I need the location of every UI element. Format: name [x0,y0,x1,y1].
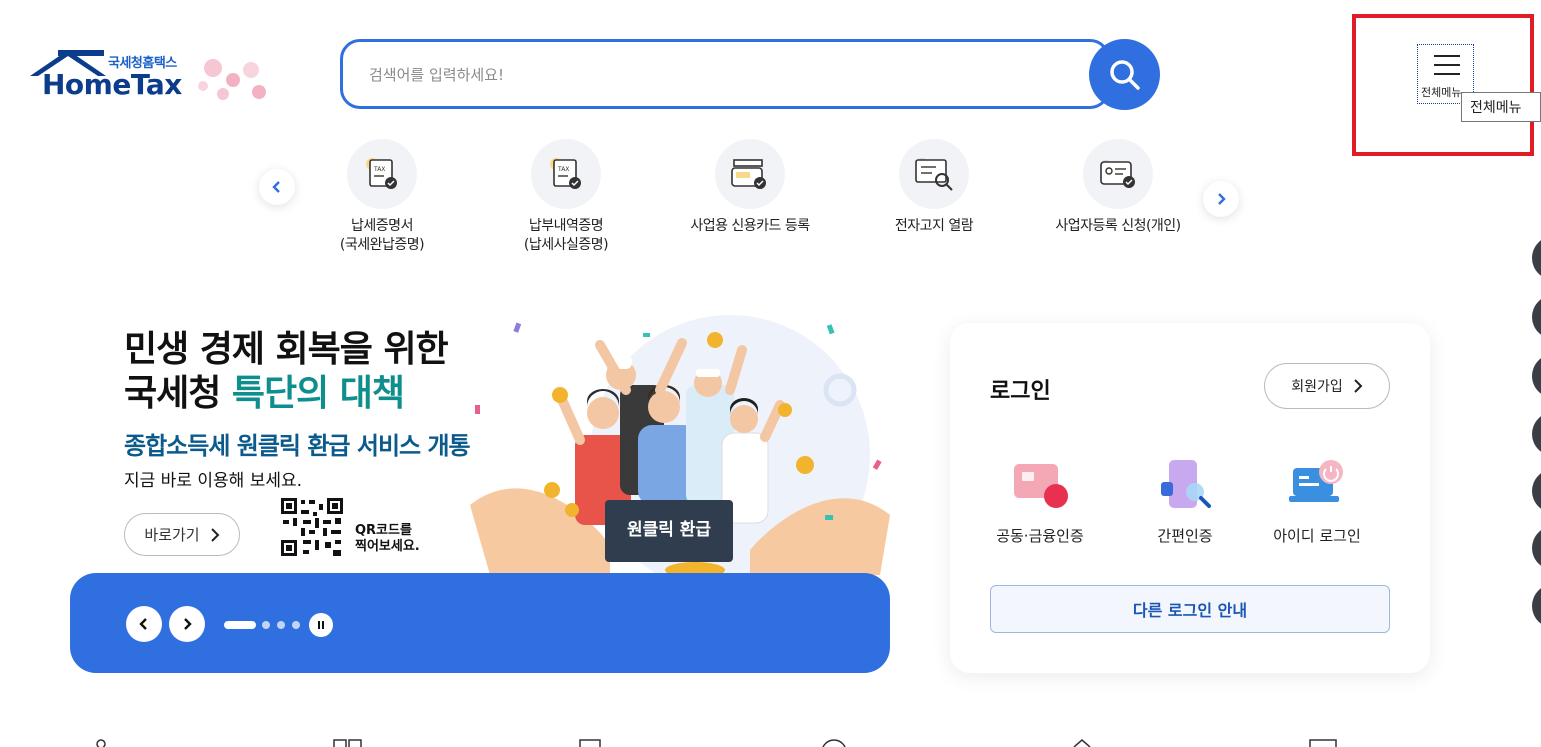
chevron-right-icon [1218,193,1226,205]
pause-icon [318,621,324,629]
quick-item-icon-wrap: TAX [531,139,601,209]
banner-title-prefix: 국세청 [124,373,232,414]
search-button[interactable] [1089,39,1160,110]
banner-title-line1: 민생 경제 회복을 위한 [124,329,449,370]
chevron-right-icon [1354,379,1363,393]
chevron-right-icon [210,527,220,542]
banner-next-button[interactable] [169,606,205,642]
banner-note: 지금 바로 이용해 보세요. [124,471,303,491]
side-quick-button[interactable] [1532,354,1541,398]
all-menu-tooltip: 전체메뉴 [1461,92,1541,122]
qr-caption-line1: QR코드를 [355,523,412,538]
quick-item-label: 사업자등록 신청(개인) [1033,217,1203,236]
banner-title: 민생 경제 회복을 위한 국세청 특단의 대책 [124,328,449,416]
goto-label: 바로가기 [144,526,200,544]
logo-title: HomeTax [42,68,182,101]
simple-auth-icon [1161,460,1211,508]
qr-caption-line2: 찍어보세요. [355,539,420,554]
login-option-id-login[interactable]: 아이디 로그인 [1252,453,1382,546]
side-quick-button[interactable] [1532,295,1541,339]
join-button[interactable]: 회원가입 [1264,363,1390,409]
quick-item-tax-certificate[interactable]: TAX 납세증명서 (국세완납증명) [297,139,467,255]
quick-item-label-line1: 납세증명서 [351,218,413,234]
clock-icon [822,739,846,747]
quick-item-label-line1: 전자고지 열람 [894,218,974,234]
login-title: 로그인 [990,379,1051,404]
login-option-certificate[interactable]: 공동·금융인증 [975,453,1105,546]
quick-menu-next-button[interactable] [1203,181,1239,217]
other-login-button[interactable]: 다른 로그인 안내 [990,585,1390,633]
qr-code-image [279,496,345,558]
business-registration-icon [1100,160,1135,188]
monitor-icon [1309,739,1337,747]
side-quick-button[interactable] [1532,236,1541,280]
quick-menu-prev-button[interactable] [259,169,295,205]
side-quick-button[interactable] [1532,412,1541,456]
document-icon [579,739,601,747]
grid-icon [333,739,362,747]
quick-item-label: 전자고지 열람 [849,217,1019,236]
join-label: 회원가입 [1291,379,1343,395]
quick-item-business-registration[interactable]: 사업자등록 신청(개인) [1033,139,1203,236]
search-box [340,39,1110,109]
goto-button[interactable]: 바로가기 [124,513,240,556]
banner-indicator[interactable] [277,621,285,629]
hamburger-icon [1434,55,1460,75]
cherry-blossom-icon [198,59,266,100]
banner-pause-button[interactable] [309,613,333,637]
login-option-icon-wrap [1285,453,1349,517]
banner-title-highlight: 특단의 대책 [231,373,405,414]
quick-item-label: 사업용 신용카드 등록 [665,217,835,236]
svg-text:TAX: TAX [373,166,385,173]
chevron-left-icon [272,181,280,193]
banner-indicator[interactable] [262,621,270,629]
login-option-label: 공동·금융인증 [996,527,1084,545]
svg-text:TAX: TAX [557,166,569,173]
quick-item-label-line1: 납부내역증명 [528,218,604,234]
tax-certificate-icon: TAX [366,158,397,189]
quick-item-label-line1: 사업용 신용카드 등록 [690,218,810,234]
chevron-left-icon [139,618,147,630]
chevron-right-icon [184,618,192,630]
quick-item-label: 납부내역증명 (납세사실증명) [481,217,651,255]
login-option-simple-auth[interactable]: 간편인증 [1120,453,1250,546]
quick-item-e-notice[interactable]: 전자고지 열람 [849,139,1019,236]
quick-item-label-line2: (국세완납증명) [339,237,425,253]
qr-caption: QR코드를 찍어보세요. [355,523,420,555]
quick-item-label-line1: 사업자등록 신청(개인) [1055,218,1181,234]
login-option-icon-wrap [1008,453,1072,517]
search-input[interactable] [367,61,1057,89]
refund-illustration: 원클릭 환급 [470,315,890,575]
quick-item-label-line2: (납세사실증명) [523,237,609,253]
banner-title-line2: 국세청 특단의 대책 [124,372,448,416]
quick-item-business-card[interactable]: 사업용 신용카드 등록 [665,139,835,236]
quick-item-payment-record[interactable]: TAX 납부내역증명 (납세사실증명) [481,139,651,255]
banner-indicator-active[interactable] [224,621,256,629]
person-icon [96,739,106,747]
quick-item-icon-wrap [715,139,785,209]
hometax-logo[interactable]: 국세청홈택스 HomeTax [28,46,273,108]
quick-item-icon-wrap [899,139,969,209]
certificate-icon [1014,464,1068,508]
side-quick-button[interactable] [1532,584,1541,628]
e-notice-icon [915,158,953,191]
banner-prev-button[interactable] [126,606,162,642]
login-option-label: 아이디 로그인 [1273,527,1361,545]
tax-payment-record-icon: TAX [550,158,581,189]
quick-item-icon-wrap: TAX [347,139,417,209]
side-quick-button[interactable] [1532,469,1541,513]
banner-subtitle: 종합소득세 원클릭 환급 서비스 개통 [124,432,471,460]
login-option-label: 간편인증 [1157,527,1213,545]
quick-item-label: 납세증명서 (국세완납증명) [297,217,467,255]
login-option-icon-wrap [1153,453,1217,517]
id-login-icon [1289,460,1343,502]
sign-text: 원클릭 환급 [627,520,711,540]
search-icon [1109,59,1140,90]
award-icon [1073,739,1091,747]
quick-item-icon-wrap [1083,139,1153,209]
business-card-icon [731,159,766,189]
side-quick-button[interactable] [1532,526,1541,570]
login-card: 로그인 회원가입 공동·금융인증 간편인증 아이디 로그인 다른 로그인 안내 [950,323,1430,673]
banner-indicator[interactable] [292,621,300,629]
